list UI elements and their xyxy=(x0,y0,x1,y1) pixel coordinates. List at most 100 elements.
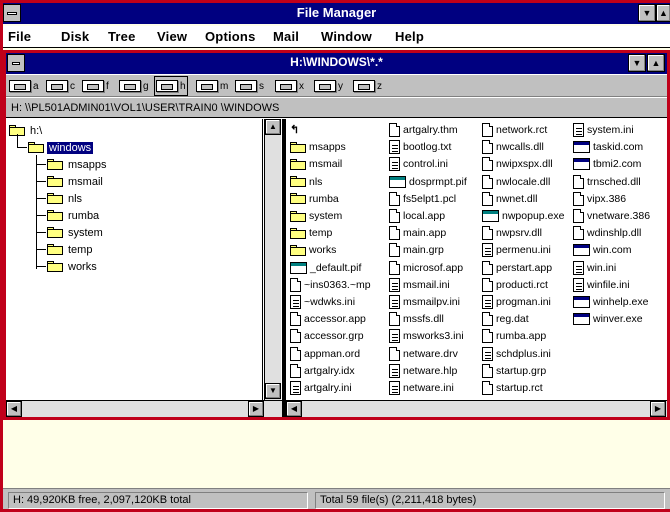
app-minimize-button[interactable]: ▼ xyxy=(638,4,656,22)
list-item[interactable]: msworks3.ini xyxy=(389,328,464,344)
list-item[interactable]: nwlocale.dll xyxy=(482,174,550,190)
drive-g-button[interactable]: g xyxy=(119,78,149,94)
directory-window-titlebar[interactable]: H:\WINDOWS\*.* xyxy=(6,53,667,74)
list-item[interactable]: nwnet.dll xyxy=(482,191,537,207)
list-item[interactable]: system.ini xyxy=(573,122,634,138)
list-item[interactable]: nwcalls.dll xyxy=(482,139,544,155)
tree-item-temp[interactable]: temp xyxy=(47,241,94,258)
list-item[interactable]: perstart.app xyxy=(482,260,552,276)
list-item[interactable]: network.rct xyxy=(482,122,547,138)
drive-y-button[interactable]: y xyxy=(314,78,343,94)
menu-view[interactable]: View xyxy=(157,29,187,44)
menu-options[interactable]: Options xyxy=(205,29,256,44)
list-item[interactable]: nwpsrv.dll xyxy=(482,225,542,241)
list-item[interactable]: rumba.app xyxy=(482,328,546,344)
child-maximize-button[interactable]: ▲ xyxy=(647,54,665,72)
list-item[interactable]: netware.drv xyxy=(389,346,458,362)
tree-item-rumba[interactable]: rumba xyxy=(47,207,101,224)
file-list[interactable]: ↰ msapps msmail nls rumba system temp works _def… xyxy=(286,119,667,400)
list-item[interactable]: win.ini xyxy=(573,260,616,276)
list-item[interactable]: startup.grp xyxy=(482,363,546,379)
list-item[interactable]: msmailpv.ini xyxy=(389,294,460,310)
scroll-left-arrow-icon[interactable]: ◀ xyxy=(286,401,302,417)
list-item[interactable]: msmail xyxy=(290,156,342,172)
list-item[interactable]: rumba xyxy=(290,191,339,207)
list-item[interactable]: tbmi2.com xyxy=(573,156,641,172)
list-item[interactable]: producti.rct xyxy=(482,277,548,293)
drive-x-button[interactable]: x xyxy=(275,78,304,94)
list-item[interactable]: microsof.app xyxy=(389,260,463,276)
list-item[interactable]: vipx.386 xyxy=(573,191,626,207)
menu-disk[interactable]: Disk xyxy=(61,29,89,44)
child-system-menu-button[interactable] xyxy=(7,54,25,72)
list-item[interactable]: _default.pif xyxy=(290,260,361,276)
list-item[interactable]: appman.ord xyxy=(290,346,360,362)
directory-tree[interactable]: h:\ windows msapps msmail nls rumba system temp… xyxy=(6,119,263,400)
drive-m-button[interactable]: m xyxy=(196,78,228,94)
list-item[interactable]: winver.exe xyxy=(573,311,643,327)
list-item[interactable]: ~wdwks.ini xyxy=(290,294,355,310)
list-item[interactable]: local.app xyxy=(389,208,445,224)
list-item[interactable]: accessor.app xyxy=(290,311,366,327)
list-item[interactable]: main.grp xyxy=(389,242,444,258)
list-item[interactable]: vnetware.386 xyxy=(573,208,650,224)
list-item[interactable]: taskid.com xyxy=(573,139,643,155)
list-item[interactable]: artgalry.ini xyxy=(290,380,352,396)
drive-h-button[interactable]: h xyxy=(154,76,188,96)
tree-vertical-scrollbar[interactable]: ▲ ▼ xyxy=(264,119,281,400)
app-maximize-button[interactable]: ▲ xyxy=(656,4,670,22)
tree-horizontal-scrollbar[interactable]: ◀ ▶ xyxy=(6,400,282,417)
drive-c-button[interactable]: c xyxy=(46,78,75,94)
menu-window[interactable]: Window xyxy=(321,29,372,44)
drive-s-button[interactable]: s xyxy=(235,78,264,94)
list-item[interactable]: bootlog.txt xyxy=(389,139,451,155)
scroll-up-arrow-icon[interactable]: ▲ xyxy=(265,119,281,135)
list-item[interactable]: fs5elpt1.pcl xyxy=(389,191,456,207)
list-item[interactable]: ~ins0363.~mp xyxy=(290,277,371,293)
list-item[interactable]: nwpopup.exe xyxy=(482,208,564,224)
menu-file[interactable]: File xyxy=(8,29,31,44)
list-item[interactable]: nwipxspx.dll xyxy=(482,156,553,172)
tree-root[interactable]: h:\ xyxy=(9,122,44,139)
list-item[interactable]: netware.hlp xyxy=(389,363,457,379)
menu-help[interactable]: Help xyxy=(395,29,424,44)
list-item[interactable]: reg.dat xyxy=(482,311,529,327)
list-item[interactable]: works xyxy=(290,242,336,258)
app-system-menu-button[interactable] xyxy=(3,4,21,22)
list-horizontal-scrollbar[interactable]: ◀ ▶ xyxy=(286,400,667,417)
tree-item-nls[interactable]: nls xyxy=(47,190,84,207)
tree-item-system[interactable]: system xyxy=(47,224,105,241)
list-item[interactable]: main.app xyxy=(389,225,446,241)
tree-item-windows[interactable]: windows xyxy=(28,139,94,156)
list-item[interactable]: temp xyxy=(290,225,332,241)
list-item[interactable]: msapps xyxy=(290,139,346,155)
list-item[interactable]: progman.ini xyxy=(482,294,551,310)
tree-item-msmail[interactable]: msmail xyxy=(47,173,105,190)
drive-z-button[interactable]: z xyxy=(353,78,382,94)
list-item[interactable]: permenu.ini xyxy=(482,242,551,258)
list-item[interactable]: artgalry.thm xyxy=(389,122,458,138)
drive-a-button[interactable]: a xyxy=(9,78,39,94)
drive-f-button[interactable]: f xyxy=(82,78,109,94)
list-item[interactable]: ↰ xyxy=(290,122,306,138)
list-item[interactable]: accessor.grp xyxy=(290,328,364,344)
list-item[interactable]: netware.ini xyxy=(389,380,454,396)
scroll-right-arrow-icon[interactable]: ▶ xyxy=(248,401,264,417)
scroll-left-arrow-icon[interactable]: ◀ xyxy=(6,401,22,417)
tree-item-works[interactable]: works xyxy=(47,258,99,275)
list-item[interactable]: mssfs.dll xyxy=(389,311,444,327)
list-item[interactable]: control.ini xyxy=(389,156,448,172)
list-item[interactable]: trnsched.dll xyxy=(573,174,641,190)
list-item[interactable]: system xyxy=(290,208,342,224)
list-item[interactable]: startup.rct xyxy=(482,380,543,396)
list-item[interactable]: winfile.ini xyxy=(573,277,630,293)
scroll-down-arrow-icon[interactable]: ▼ xyxy=(265,383,281,399)
child-minimize-button[interactable]: ▼ xyxy=(628,54,646,72)
app-titlebar[interactable]: File Manager xyxy=(3,3,670,24)
list-item[interactable]: msmail.ini xyxy=(389,277,450,293)
list-item[interactable]: artgalry.idx xyxy=(290,363,355,379)
list-item[interactable]: wdinshlp.dll xyxy=(573,225,641,241)
list-item[interactable]: nls xyxy=(290,174,322,190)
menu-tree[interactable]: Tree xyxy=(108,29,136,44)
tree-item-msapps[interactable]: msapps xyxy=(47,156,109,173)
